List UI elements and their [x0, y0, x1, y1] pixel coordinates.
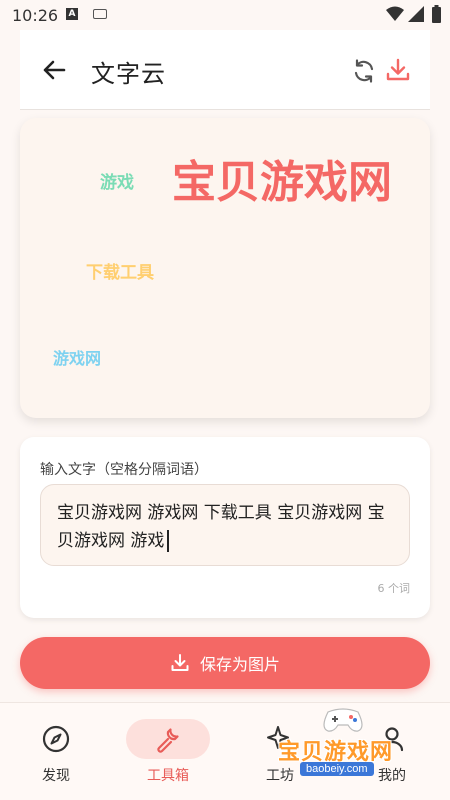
words-textarea[interactable]: 宝贝游戏网 游戏网 下载工具 宝贝游戏网 宝贝游戏网 游戏 — [40, 484, 410, 566]
notification-icon: A — [66, 8, 78, 20]
status-bar: 10:26 A — [0, 0, 450, 30]
nav-item-mine[interactable]: 我的 — [336, 703, 448, 800]
cloud-word: 宝贝游戏网 — [172, 157, 392, 208]
refresh-icon[interactable] — [351, 58, 377, 84]
nav-label: 工坊 — [266, 768, 294, 784]
wrench-icon — [157, 728, 179, 753]
word-count: 6 个词 — [377, 582, 411, 595]
word-cloud-preview: 宝贝游戏网 游戏 下载工具 游戏网 — [20, 118, 430, 418]
nav-label: 我的 — [378, 768, 406, 784]
back-arrow-icon[interactable] — [40, 56, 68, 84]
keyboard-icon — [93, 9, 107, 19]
nav-label: 发现 — [42, 768, 70, 784]
nav-item-toolbox[interactable]: 工具箱 — [112, 703, 224, 800]
cloud-word: 下载工具 — [86, 263, 154, 283]
download-icon[interactable] — [384, 56, 412, 84]
cloud-word: 游戏 — [100, 173, 134, 193]
status-time: 10:26 — [12, 6, 59, 25]
nav-item-workshop[interactable]: 工坊 — [224, 703, 336, 800]
input-label: 输入文字（空格分隔词语） — [40, 462, 208, 478]
compass-icon — [42, 725, 70, 753]
bottom-nav: 发现 工具箱 工坊 我的 — [0, 702, 450, 800]
download-icon — [171, 654, 189, 671]
nav-item-discover[interactable]: 发现 — [0, 703, 112, 800]
text-input-card: 输入文字（空格分隔词语） 宝贝游戏网 游戏网 下载工具 宝贝游戏网 宝贝游戏网 … — [20, 437, 430, 618]
cloud-word: 游戏网 — [53, 349, 102, 368]
sparkle-icon — [267, 726, 292, 751]
battery-icon — [432, 5, 441, 23]
page-title: 文字云 — [91, 60, 166, 88]
nav-label: 工具箱 — [147, 768, 189, 784]
person-icon — [380, 727, 404, 752]
save-button-label: 保存为图片 — [199, 655, 280, 674]
save-as-image-button[interactable]: 保存为图片 — [20, 637, 430, 689]
signal-icon — [408, 6, 424, 22]
text-caret — [167, 530, 169, 552]
textarea-value: 宝贝游戏网 游戏网 下载工具 宝贝游戏网 宝贝游戏网 游戏 — [57, 503, 385, 551]
app-header: 文字云 — [20, 30, 430, 110]
wifi-icon — [386, 6, 404, 21]
